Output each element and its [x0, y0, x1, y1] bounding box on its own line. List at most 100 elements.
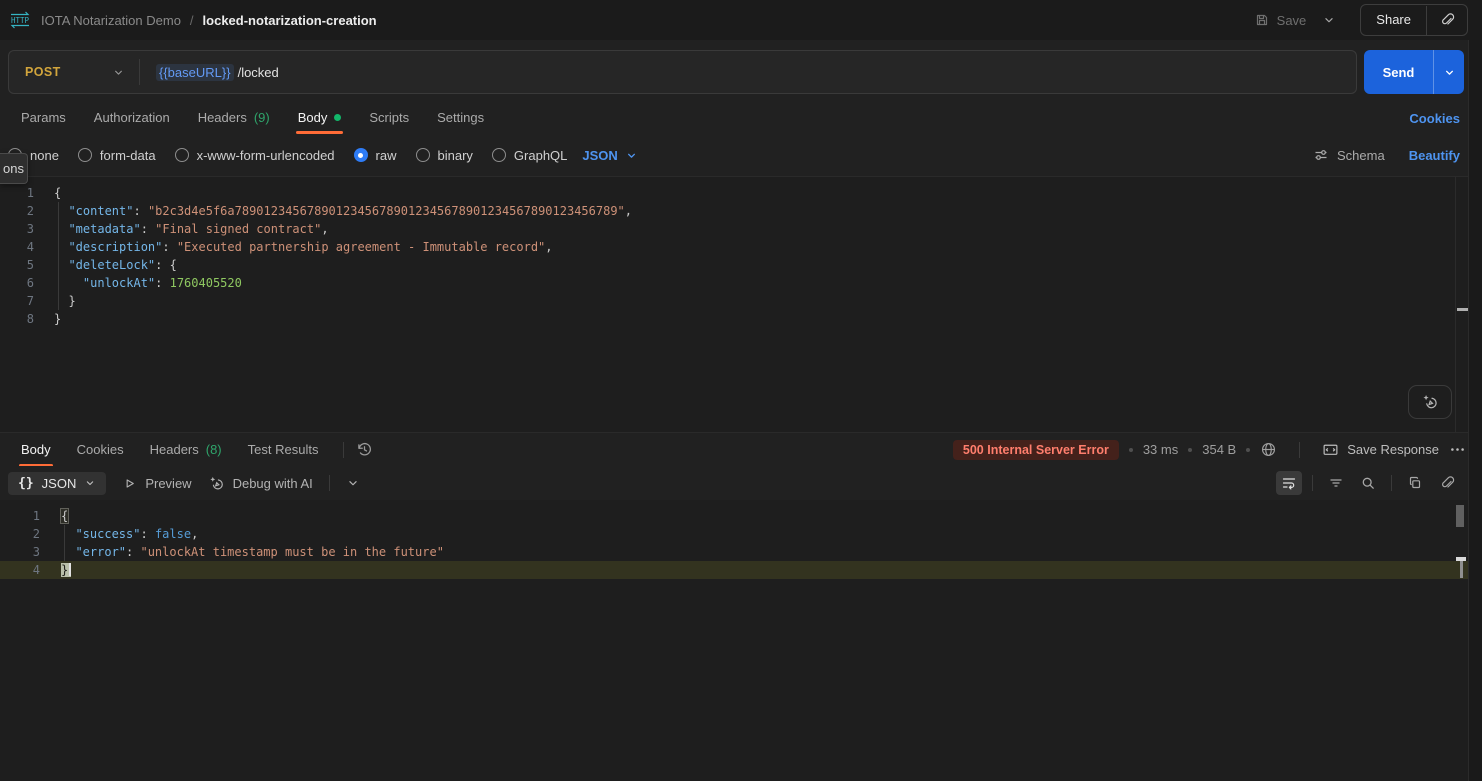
code-line[interactable]: 6 "unlockAt": 1760405520 [0, 274, 1482, 292]
code-line[interactable]: 4 "description": "Executed partnership a… [0, 238, 1482, 256]
radio-icon [416, 148, 430, 162]
code-line[interactable]: 2 "success": false, [0, 525, 1469, 543]
dot-separator [1188, 448, 1192, 452]
paperclip-icon [1439, 12, 1455, 28]
beautify-button[interactable]: Beautify [1409, 148, 1460, 163]
more-actions-icon[interactable] [1449, 441, 1466, 458]
save-button[interactable]: Save [1248, 8, 1313, 32]
response-format-dropdown[interactable]: {} JSON [8, 472, 106, 495]
preview-button[interactable]: Preview [122, 476, 191, 491]
filter-button[interactable] [1323, 471, 1349, 495]
resp-tab-headers[interactable]: Headers (8) [137, 433, 235, 467]
code-line[interactable]: 3 "metadata": "Final signed contract", [0, 220, 1482, 238]
tab-headers[interactable]: Headers(9) [185, 100, 283, 134]
indent-guide [64, 525, 65, 561]
code-line[interactable]: 7 } [0, 292, 1482, 310]
tab-settings[interactable]: Settings [424, 100, 497, 134]
save-response-button[interactable]: Save Response [1322, 441, 1439, 458]
body-type-x-www-form-urlencoded[interactable]: x-www-form-urlencoded [175, 148, 335, 163]
body-type-graphql[interactable]: GraphQL [492, 148, 567, 163]
response-tabs: Body Cookies Headers (8) Test Results [8, 433, 331, 467]
wrap-text-button[interactable] [1276, 471, 1302, 495]
body-type-raw[interactable]: raw [354, 148, 397, 163]
code-line[interactable]: 1{ [0, 507, 1469, 525]
code-text: "unlockAt": 1760405520 [54, 274, 242, 292]
tab-body[interactable]: Body [285, 100, 355, 134]
resp-tab-body[interactable]: Body [8, 433, 64, 467]
breadcrumb-separator: / [190, 13, 194, 28]
line-number: 7 [0, 292, 34, 310]
copy-button[interactable] [1402, 471, 1428, 495]
method-selector[interactable]: POST [9, 65, 139, 79]
request-body-editor[interactable]: 1{2 "content": "b2c3d4e5f6a7890123456789… [0, 176, 1482, 432]
response-toolbar-actions [1276, 471, 1482, 495]
top-bar: HTTP IOTA Notarization Demo / locked-not… [0, 0, 1482, 40]
code-line[interactable]: 4} [0, 561, 1469, 579]
resp-tab-cookies[interactable]: Cookies [64, 433, 137, 467]
history-icon[interactable] [356, 441, 373, 458]
tab-scripts[interactable]: Scripts [356, 100, 422, 134]
tab-label: Cookies [77, 442, 124, 457]
debug-with-ai-label: Debug with AI [233, 476, 313, 491]
body-type-binary[interactable]: binary [416, 148, 473, 163]
play-icon [122, 476, 137, 491]
cookies-link[interactable]: Cookies [1409, 111, 1460, 126]
ai-sparkle-icon [1421, 393, 1439, 411]
share-group: Share [1360, 4, 1468, 36]
response-link-button[interactable] [1434, 471, 1460, 495]
radio-label: binary [438, 148, 473, 163]
response-time[interactable]: 33 ms [1143, 442, 1178, 457]
postbot-button[interactable] [1408, 385, 1452, 419]
url-variable-chip[interactable]: {{baseURL}} [156, 64, 234, 81]
body-language-selector[interactable]: JSON [582, 148, 637, 163]
response-format-label: JSON [42, 476, 77, 491]
body-type-row: noneform-datax-www-form-urlencodedrawbin… [0, 138, 1482, 172]
body-type-form-data[interactable]: form-data [78, 148, 156, 163]
line-number: 1 [0, 184, 34, 202]
line-number: 2 [0, 202, 34, 220]
network-info-icon[interactable] [1260, 441, 1277, 458]
line-number: 4 [0, 238, 34, 256]
method-label: POST [25, 65, 61, 79]
schema-button[interactable]: Schema [1313, 147, 1385, 163]
dot-separator [1246, 448, 1250, 452]
response-scrollbar-thumb[interactable] [1456, 505, 1464, 527]
visualize-options-chevron[interactable] [346, 476, 360, 490]
request-tabs: ParamsAuthorizationHeaders(9)BodyScripts… [0, 100, 497, 134]
line-number: 8 [0, 310, 34, 328]
send-options-chevron[interactable] [1434, 50, 1464, 94]
code-line[interactable]: 8} [0, 310, 1482, 328]
radio-icon [492, 148, 506, 162]
url-input[interactable]: {{baseURL}} /locked [140, 64, 1356, 81]
divider [329, 475, 330, 491]
line-number: 4 [0, 561, 40, 579]
status-badge[interactable]: 500 Internal Server Error [953, 440, 1119, 460]
send-button[interactable]: Send [1364, 50, 1434, 94]
top-actions: Save Share [1248, 4, 1468, 36]
share-button[interactable]: Share [1361, 6, 1426, 34]
code-text: "deleteLock": { [54, 256, 177, 274]
url-bar: POST {{baseURL}} /locked [8, 50, 1357, 94]
code-line[interactable]: 1{ [0, 184, 1482, 202]
breadcrumb-collection[interactable]: IOTA Notarization Demo [41, 13, 181, 28]
response-size[interactable]: 354 B [1202, 442, 1236, 457]
tab-count: (8) [206, 442, 222, 457]
tab-params[interactable]: Params [8, 100, 79, 134]
breadcrumb-request-name[interactable]: locked-notarization-creation [203, 13, 377, 28]
code-line[interactable]: 5 "deleteLock": { [0, 256, 1482, 274]
chevron-down-icon [112, 66, 125, 79]
response-header: Body Cookies Headers (8) Test Results 500 In… [0, 432, 1482, 466]
radio-label: form-data [100, 148, 156, 163]
tab-authorization[interactable]: Authorization [81, 100, 183, 134]
copy-link-button[interactable] [1427, 5, 1467, 35]
window-scrollbar-gutter[interactable] [1468, 40, 1482, 781]
resp-tab-test-results[interactable]: Test Results [235, 433, 332, 467]
code-line[interactable]: 2 "content": "b2c3d4e5f6a789012345678901… [0, 202, 1482, 220]
search-button[interactable] [1355, 471, 1381, 495]
response-body-editor[interactable]: 1{2 "success": false,3 "error": "unlockA… [0, 500, 1469, 781]
code-line[interactable]: 3 "error": "unlockAt timestamp must be i… [0, 543, 1469, 561]
tab-label: Headers [150, 442, 199, 457]
debug-with-ai-button[interactable]: Debug with AI [208, 475, 313, 492]
save-options-chevron[interactable] [1316, 9, 1342, 31]
body-language-label: JSON [582, 148, 617, 163]
